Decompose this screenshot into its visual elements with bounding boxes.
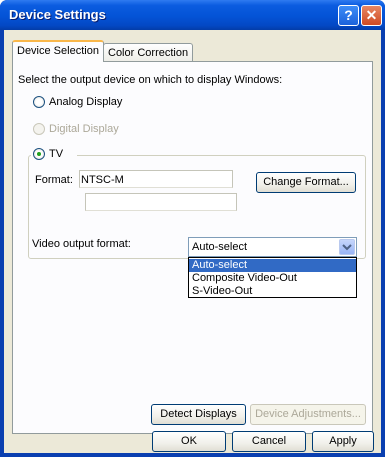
video-output-selected: Auto-select (192, 241, 248, 253)
chevron-down-icon[interactable] (339, 239, 355, 255)
ok-button[interactable]: OK (152, 431, 226, 452)
tv-label[interactable]: TV (49, 148, 63, 160)
dialog-body: Device Selection Color Correction Select… (4, 30, 381, 453)
cancel-button[interactable]: Cancel (232, 431, 306, 452)
tv-radio-dot (37, 152, 41, 156)
format-label: Format: (35, 174, 73, 186)
analog-display-radio[interactable] (33, 96, 45, 108)
dropdown-option[interactable]: S-Video-Out (189, 285, 356, 298)
device-adjustments-button: Device Adjustments... (250, 404, 366, 425)
tab-panel: Select the output device on which to dis… (12, 61, 373, 434)
device-settings-window: Device Settings ? ✕ Device Selection Col… (0, 0, 385, 457)
dropdown-option[interactable]: Composite Video-Out (189, 272, 356, 285)
tv-radio[interactable] (33, 148, 45, 160)
analog-display-label[interactable]: Analog Display (49, 96, 122, 108)
device-prompt: Select the output device on which to dis… (18, 74, 283, 86)
video-output-dropdown: Auto-select Composite Video-Out S-Video-… (188, 257, 357, 298)
video-output-label: Video output format: (32, 238, 131, 250)
change-format-button[interactable]: Change Format... (256, 172, 356, 193)
digital-display-label: Digital Display (49, 123, 119, 135)
tab-color-correction[interactable]: Color Correction (103, 43, 194, 63)
help-button[interactable]: ? (338, 5, 359, 26)
tab-device-selection-label: Device Selection (17, 45, 99, 57)
help-icon: ? (344, 7, 353, 23)
dropdown-option[interactable]: Auto-select (189, 259, 356, 272)
format-field: NTSC-M (79, 170, 233, 188)
detect-displays-button[interactable]: Detect Displays (151, 404, 246, 425)
close-icon: ✕ (365, 7, 378, 23)
video-output-select[interactable]: Auto-select (188, 237, 357, 257)
close-button[interactable]: ✕ (361, 5, 382, 26)
tab-color-correction-label: Color Correction (108, 47, 189, 59)
apply-button[interactable]: Apply (312, 431, 374, 452)
window-title: Device Settings (9, 7, 106, 22)
digital-display-radio (33, 123, 45, 135)
format-secondary-field (85, 193, 237, 211)
title-bar[interactable]: Device Settings ? ✕ (0, 0, 385, 30)
tab-device-selection[interactable]: Device Selection (12, 40, 104, 62)
format-value: NTSC-M (81, 174, 124, 186)
